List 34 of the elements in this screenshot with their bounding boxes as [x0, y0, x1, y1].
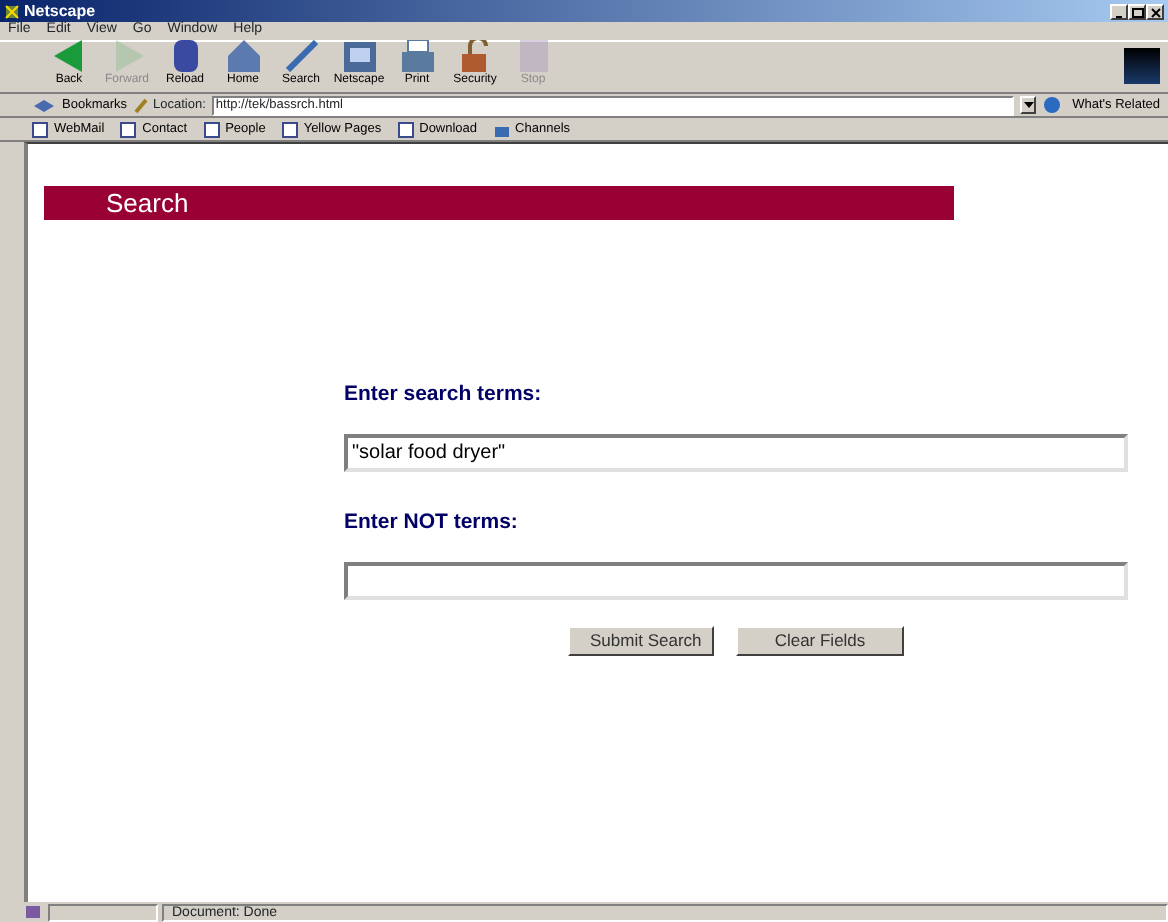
page-banner: Search [44, 186, 954, 220]
search-field[interactable]: "solar food dryer" [344, 433, 1128, 472]
app-icon [4, 3, 20, 19]
field-label: Enter search terms: [344, 380, 544, 410]
home-icon [227, 40, 259, 72]
maximize-icon [1130, 5, 1144, 17]
close-icon [1148, 5, 1162, 17]
window-title: Netscape [24, 0, 96, 21]
submit-button[interactable]: Submit Search [568, 625, 714, 655]
forward-icon [111, 40, 143, 72]
search-field[interactable] [344, 561, 1128, 599]
minimize-button[interactable] [1110, 3, 1128, 19]
page-icon [203, 121, 220, 137]
security-icon [459, 40, 491, 72]
status-pane [48, 903, 158, 921]
page-icon [397, 121, 414, 137]
field-label: Enter NOT terms: [344, 507, 520, 538]
dropdown-button[interactable] [1020, 96, 1037, 114]
location-icon [133, 97, 148, 113]
maximize-button[interactable] [1128, 3, 1146, 19]
search-icon [285, 40, 317, 72]
reload-icon [169, 40, 201, 72]
page-icon [32, 121, 48, 137]
netscape-icon [343, 40, 375, 72]
channel-icon [493, 121, 510, 137]
close-button[interactable] [1146, 3, 1164, 19]
page-icon [281, 121, 298, 137]
clear-button[interactable]: Clear Fields [736, 625, 904, 655]
logo-icon [1124, 48, 1160, 84]
page-icon [120, 121, 137, 137]
status-icon [24, 904, 44, 920]
back-icon [53, 40, 85, 72]
bookmark-icon [32, 97, 56, 113]
stop-icon [517, 40, 549, 72]
